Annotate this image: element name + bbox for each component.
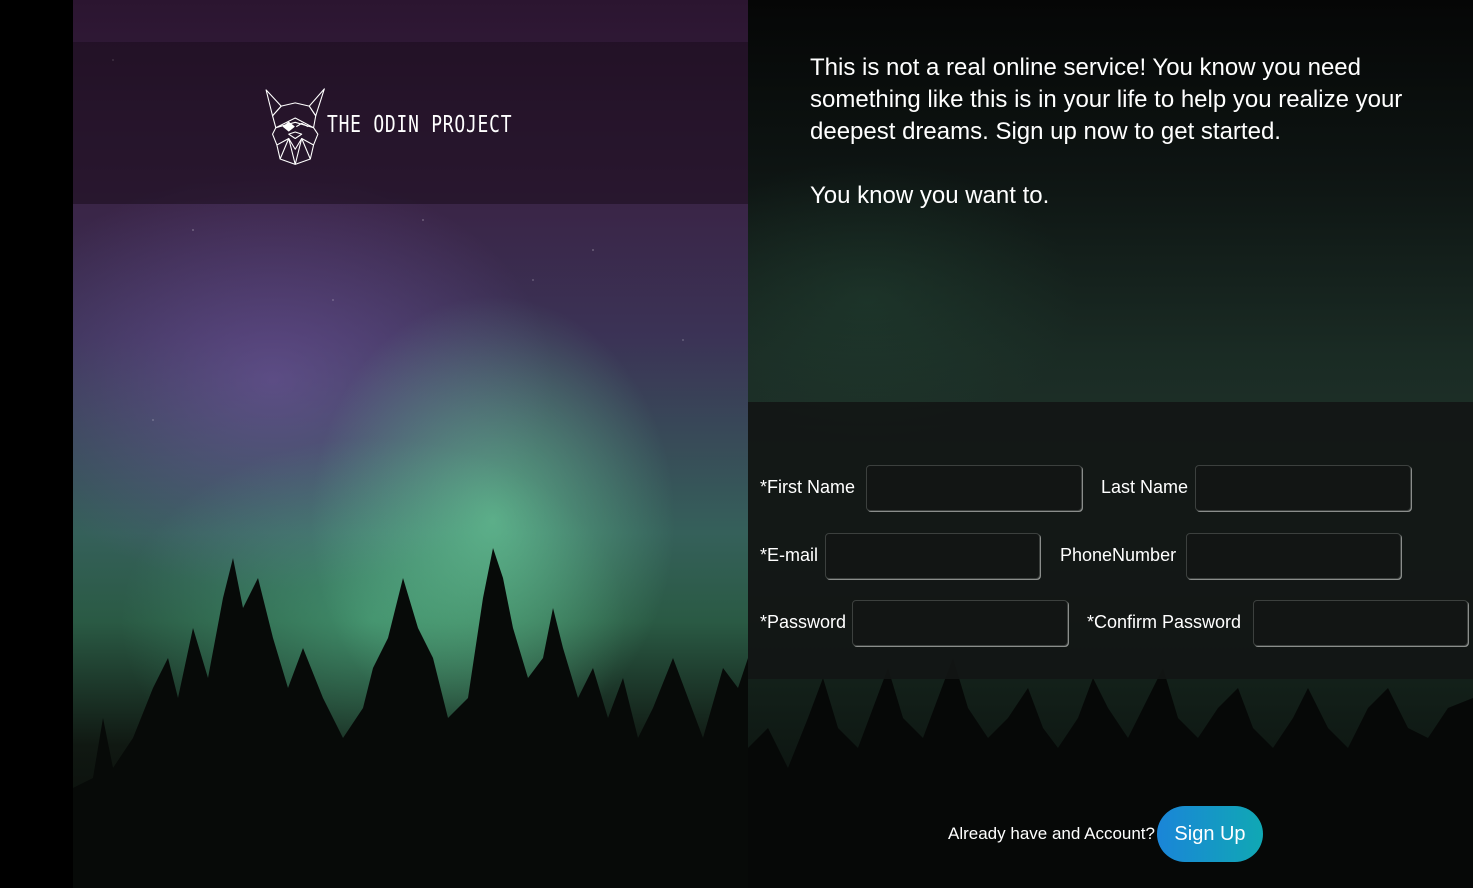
intro-paragraph: This is not a real online service! You k… [810, 54, 1403, 145]
odin-helmet-icon [265, 88, 325, 165]
intro-tagline: You know you want to. [810, 182, 1050, 209]
first-name-label: *First Name [760, 477, 856, 497]
signup-page: THE ODIN PROJECT This is not a real onli… [0, 0, 1473, 888]
aurora-background-image: THE ODIN PROJECT [73, 0, 748, 888]
email-label: *E-mail [760, 545, 819, 565]
confirm-password-input[interactable] [1253, 600, 1468, 646]
sign-up-button[interactable]: Sign Up [1156, 806, 1263, 862]
signup-footer: Already have and Account? Sign Up [948, 806, 1263, 862]
last-name-input[interactable] [1195, 465, 1411, 511]
intro-text: This is not a real online service! You k… [810, 52, 1420, 212]
signup-form: *First Name Last Name *E-mail PhoneNumbe… [748, 402, 1473, 679]
forest-silhouette [73, 548, 748, 888]
phone-label: PhoneNumber [1060, 545, 1177, 565]
logo-banner: THE ODIN PROJECT [73, 42, 748, 204]
last-name-label: Last Name [1101, 477, 1189, 497]
signup-panel: This is not a real online service! You k… [748, 0, 1473, 888]
odin-logo[interactable]: THE ODIN PROJECT [265, 50, 565, 200]
password-input[interactable] [852, 600, 1068, 646]
confirm-password-label: *Confirm Password [1087, 612, 1242, 632]
phone-input[interactable] [1186, 533, 1401, 579]
password-label: *Password [760, 612, 847, 632]
already-account-text: Already have and Account? [948, 824, 1155, 843]
first-name-input[interactable] [866, 465, 1082, 511]
logo-wordmark: THE ODIN PROJECT [327, 112, 513, 138]
email-input[interactable] [825, 533, 1040, 579]
